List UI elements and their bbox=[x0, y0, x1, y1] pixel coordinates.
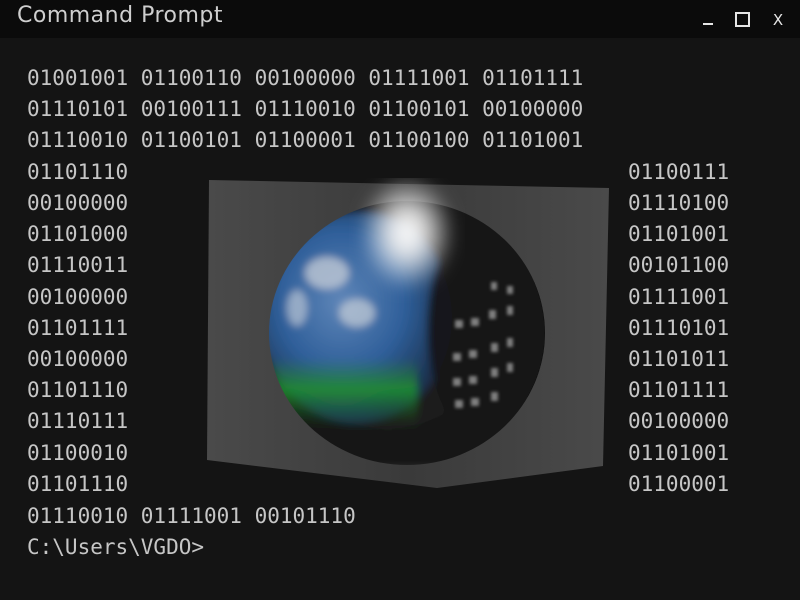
maximize-icon bbox=[734, 11, 750, 27]
console-right-fragment: 01101111 bbox=[628, 378, 730, 402]
console-line: 01001001 01100110 00100000 01111001 0110… bbox=[27, 66, 584, 90]
minimize-button[interactable] bbox=[690, 0, 726, 38]
console-left-fragment: 01101111 bbox=[27, 316, 129, 340]
console-right-fragment: 01101011 bbox=[628, 347, 730, 371]
console-left-fragment: 01100010 bbox=[27, 441, 129, 465]
console-left-fragment: 01101000 bbox=[27, 222, 129, 246]
console-left-fragment: 01110011 bbox=[27, 253, 129, 277]
console-left-fragment: 00100000 bbox=[27, 285, 129, 309]
console-left-fragment: 01101110 bbox=[27, 472, 129, 496]
minimize-icon bbox=[703, 23, 713, 25]
console-right-fragment: 01100111 bbox=[628, 160, 730, 184]
title-bar[interactable]: Command Prompt X bbox=[0, 0, 800, 38]
console-left-fragment: 01101110 bbox=[27, 160, 129, 184]
console-right-fragment: 00101100 bbox=[628, 253, 730, 277]
console-right-fragment: 01110100 bbox=[628, 191, 730, 215]
console-line: 01110101 00100111 01110010 01100101 0010… bbox=[27, 97, 584, 121]
console-right-fragment: 00100000 bbox=[628, 409, 730, 433]
console-right-fragment: 01101001 bbox=[628, 441, 730, 465]
console-right-fragment: 01111001 bbox=[628, 285, 730, 309]
console-right-fragment: 01110101 bbox=[628, 316, 730, 340]
console-left-fragment: 01101110 bbox=[27, 378, 129, 402]
console-left-fragment: 01110111 bbox=[27, 409, 129, 433]
console-line: 01110010 01111001 00101110 bbox=[27, 504, 356, 528]
distorted-globe-image bbox=[207, 178, 609, 488]
console-right-fragment: 01101001 bbox=[628, 222, 730, 246]
command-prompt[interactable]: C:\Users\VGDO> bbox=[27, 535, 204, 559]
console-left-fragment: 00100000 bbox=[27, 191, 129, 215]
window-title: Command Prompt bbox=[17, 3, 223, 28]
console-right-fragment: 01100001 bbox=[628, 472, 730, 496]
command-prompt-window: Command Prompt X 01001001 01100110 00100… bbox=[0, 0, 800, 600]
close-button[interactable]: X bbox=[760, 0, 796, 38]
console-left-fragment: 00100000 bbox=[27, 347, 129, 371]
console-line: 01110010 01100101 01100001 01100100 0110… bbox=[27, 128, 584, 152]
close-icon: X bbox=[772, 10, 784, 29]
maximize-button[interactable] bbox=[724, 0, 760, 38]
